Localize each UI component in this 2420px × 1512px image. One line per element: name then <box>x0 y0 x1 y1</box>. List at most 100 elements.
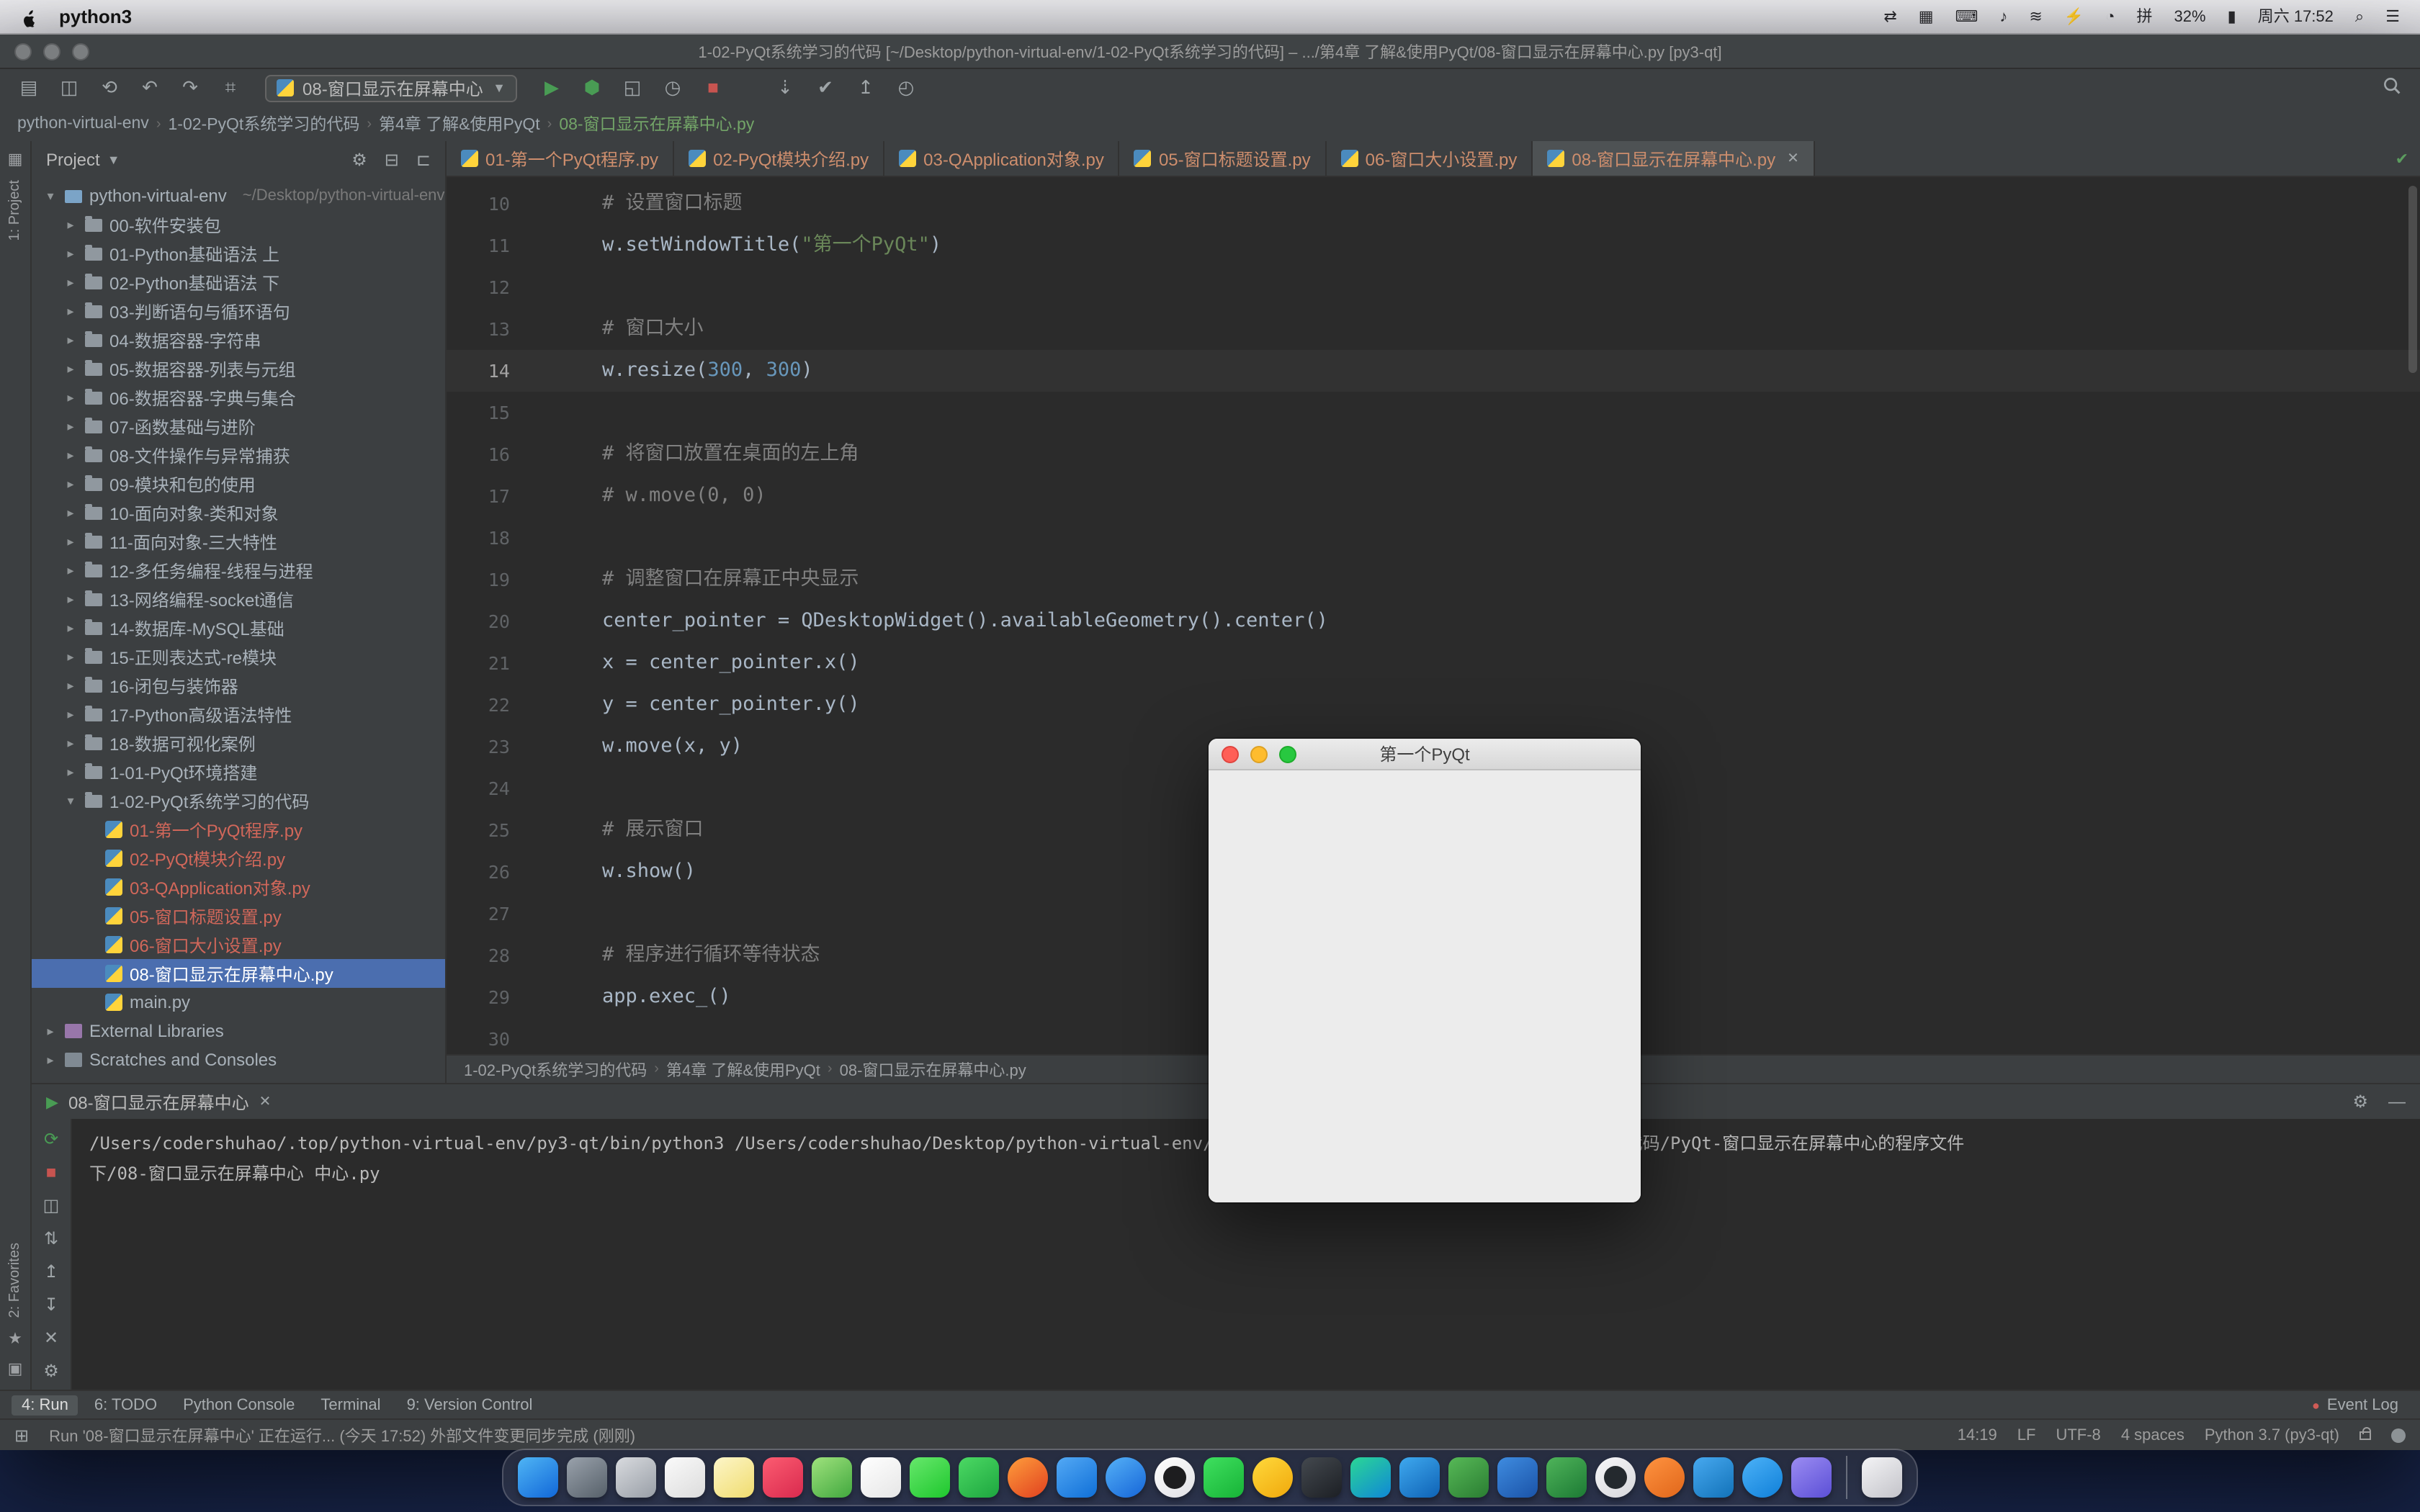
tree-chevron-icon[interactable]: ▸ <box>63 418 78 434</box>
tree-item[interactable]: 03-QApplication对象.py <box>32 873 445 901</box>
menu-clock[interactable]: 周六 17:52 <box>2258 0 2334 34</box>
close-button[interactable] <box>14 42 32 60</box>
safari-icon[interactable] <box>1106 1457 1146 1498</box>
calendar-icon[interactable] <box>861 1457 901 1498</box>
vcs-update-icon[interactable]: ⇣ <box>771 76 799 99</box>
code-line[interactable]: 22y = center_pointer.y() <box>447 684 2420 726</box>
tree-item[interactable]: 01-第一个PyQt程序.py <box>32 815 445 844</box>
minimize-button[interactable] <box>1250 745 1268 762</box>
tree-chevron-icon[interactable]: ▸ <box>63 764 78 780</box>
zoom-button[interactable] <box>72 42 89 60</box>
favorites-star-icon[interactable]: ★ <box>8 1329 22 1348</box>
editor-tab[interactable]: 01-第一个PyQt程序.py <box>447 141 674 176</box>
photos-icon[interactable] <box>665 1457 705 1498</box>
editor-tab[interactable]: 02-PyQt模块介绍.py <box>674 141 884 176</box>
tree-chevron-icon[interactable]: ▸ <box>63 447 78 463</box>
run-configuration-select[interactable]: 08-窗口显示在屏幕中心 ▼ <box>265 74 517 102</box>
file-encoding[interactable]: UTF-8 <box>2056 1426 2100 1444</box>
tree-item[interactable]: ▸13-网络编程-socket通信 <box>32 585 445 613</box>
editor-tab[interactable]: 08-窗口显示在屏幕中心.py✕ <box>1533 141 1815 176</box>
code-line[interactable]: 18 <box>447 517 2420 559</box>
facetime-icon[interactable] <box>959 1457 999 1498</box>
vcs-history-icon[interactable]: ◴ <box>892 76 920 99</box>
line-separator[interactable]: LF <box>2017 1426 2036 1444</box>
save-all-icon[interactable]: ◫ <box>55 76 84 99</box>
notification-center-icon[interactable]: ☰ <box>2385 0 2400 34</box>
undo-icon[interactable]: ↶ <box>135 76 164 99</box>
tree-item[interactable]: ▸Scratches and Consoles <box>32 1045 445 1074</box>
tree-item[interactable]: ▸1-01-PyQt环境搭建 <box>32 757 445 786</box>
tree-chevron-icon[interactable]: ▸ <box>63 361 78 377</box>
run-settings-icon[interactable]: ⚙ <box>2352 1092 2368 1112</box>
sync-icon[interactable]: ⟲ <box>95 76 124 99</box>
scroll-to-end-button[interactable]: ↧ <box>44 1295 58 1315</box>
indent-style[interactable]: 4 spaces <box>2121 1426 2184 1444</box>
trash-icon[interactable] <box>1862 1457 1902 1498</box>
tree-item[interactable]: ▸07-函数基础与进阶 <box>32 412 445 441</box>
tool-window-button[interactable]: Python Console <box>173 1395 305 1415</box>
system-preferences-icon[interactable] <box>616 1457 656 1498</box>
hide-panel-icon[interactable]: ⊏ <box>416 150 431 170</box>
notes-icon[interactable] <box>714 1457 754 1498</box>
hide-panel-icon[interactable]: — <box>2388 1092 2406 1112</box>
structure-stripe-icon[interactable]: ▣ <box>8 1359 23 1378</box>
docker-icon[interactable] <box>1693 1457 1734 1498</box>
breadcrumb-item[interactable]: 1-02-PyQt系统学习的代码 <box>464 1058 647 1081</box>
tree-item[interactable]: ▾1-02-PyQt系统学习的代码 <box>32 786 445 815</box>
vscode-icon[interactable] <box>1399 1457 1440 1498</box>
frontmost-app-name[interactable]: python3 <box>59 6 132 27</box>
github-desktop-icon[interactable] <box>1595 1457 1636 1498</box>
tree-item[interactable]: ▸02-Python基础语法 下 <box>32 268 445 297</box>
input-source-icon[interactable]: 拼 <box>2137 0 2153 34</box>
terminal-icon[interactable] <box>1301 1457 1342 1498</box>
tree-item[interactable]: ▸16-闭包与装饰器 <box>32 671 445 700</box>
code-line[interactable]: 21x = center_pointer.x() <box>447 642 2420 684</box>
tree-chevron-icon[interactable]: ▸ <box>63 217 78 233</box>
search-everywhere-icon[interactable] <box>2377 76 2406 99</box>
code-line[interactable]: 12 <box>447 266 2420 308</box>
open-project-icon[interactable]: ▤ <box>14 76 43 99</box>
rerun-button[interactable]: ⟳ <box>44 1129 58 1149</box>
tool-window-button[interactable]: Terminal <box>310 1395 390 1415</box>
breadcrumb-item[interactable]: 1-02-PyQt系统学习的代码 <box>169 112 360 135</box>
tree-item[interactable]: ▸06-数据容器-字典与集合 <box>32 383 445 412</box>
inspection-status-icon[interactable]: ✔ <box>2396 149 2408 168</box>
tree-chevron-icon[interactable]: ▸ <box>43 1052 58 1068</box>
battery-icon[interactable]: ▮ <box>2228 0 2236 34</box>
tree-item[interactable]: ▸09-模块和包的使用 <box>32 469 445 498</box>
tree-item[interactable]: ▸00-软件安装包 <box>32 210 445 239</box>
tree-chevron-icon[interactable]: ▸ <box>63 706 78 722</box>
code-line[interactable]: 17# w.move(0, 0) <box>447 475 2420 517</box>
keyboard-icon[interactable]: ⌨ <box>1955 0 1978 34</box>
ide-title-bar[interactable]: 1-02-PyQt系统学习的代码 [~/Desktop/python-virtu… <box>0 35 2420 69</box>
finder-icon[interactable] <box>518 1457 558 1498</box>
tree-chevron-icon[interactable]: ▸ <box>43 1023 58 1039</box>
stop-button[interactable]: ■ <box>699 76 727 99</box>
coverage-button[interactable]: ◱ <box>618 76 647 99</box>
launchpad-icon[interactable] <box>567 1457 607 1498</box>
tree-chevron-icon[interactable]: ▸ <box>63 274 78 290</box>
code-line[interactable]: 13# 窗口大小 <box>447 308 2420 350</box>
mail-icon[interactable] <box>1057 1457 1097 1498</box>
minimize-button[interactable] <box>43 42 60 60</box>
tree-item[interactable]: ▸External Libraries <box>32 1017 445 1045</box>
stripe-label-favorites[interactable]: 2: Favorites <box>7 1243 23 1318</box>
sketch-icon[interactable] <box>1791 1457 1832 1498</box>
qqmusic-icon[interactable] <box>1252 1457 1293 1498</box>
tree-item[interactable]: ▸17-Python高级语法特性 <box>32 700 445 729</box>
tree-chevron-icon[interactable]: ▸ <box>63 735 78 751</box>
battery-percent-text[interactable]: 32% <box>2174 0 2206 34</box>
caret-position[interactable]: 14:19 <box>1958 1426 1997 1444</box>
tree-item[interactable]: ▸05-数据容器-列表与元组 <box>32 354 445 383</box>
editor-tab[interactable]: 03-QApplication对象.py <box>884 141 1120 176</box>
tree-item[interactable]: ▸10-面向对象-类和对象 <box>32 498 445 527</box>
tree-chevron-icon[interactable]: ▸ <box>63 246 78 261</box>
tree-item[interactable]: ▸04-数据容器-字符串 <box>32 325 445 354</box>
close-icon[interactable]: ✕ <box>1787 150 1799 166</box>
breadcrumb-item[interactable]: 08-窗口显示在屏幕中心.py <box>840 1058 1026 1081</box>
vcs-push-icon[interactable]: ↥ <box>851 76 880 99</box>
tree-chevron-icon[interactable]: ▾ <box>63 793 78 809</box>
tool-window-button[interactable]: 4: Run <box>12 1395 79 1415</box>
tree-chevron-icon[interactable]: ▸ <box>63 649 78 665</box>
time-machine-icon[interactable]: ◔ <box>2105 0 2115 34</box>
